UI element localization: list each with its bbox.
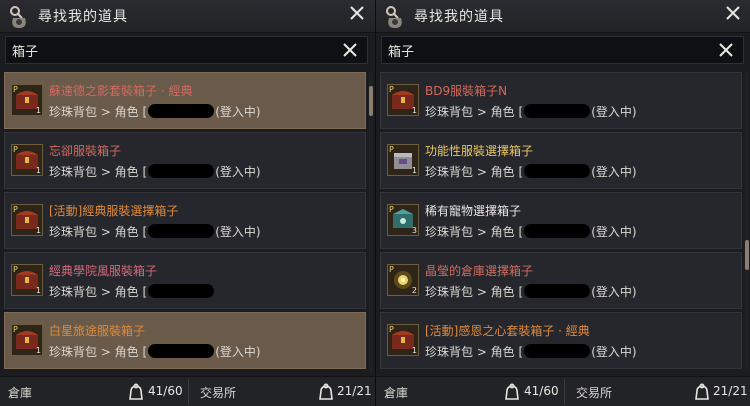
item-name: 經典學院風服裝箱子 xyxy=(49,264,158,278)
close-icon[interactable] xyxy=(347,3,367,23)
item-name: 稀有寵物選擇箱子 xyxy=(425,204,522,218)
warehouse-count: 41/60 xyxy=(524,384,559,398)
scrollbar-thumb[interactable] xyxy=(369,86,373,116)
close-icon[interactable] xyxy=(723,3,743,23)
warehouse-count: 41/60 xyxy=(148,384,183,398)
search-input[interactable] xyxy=(382,37,714,63)
weight-icon xyxy=(129,383,143,400)
item-location: 珍珠背包 > 角色 [(登入中) xyxy=(49,104,261,119)
chest-icon: P1 xyxy=(11,84,43,116)
find-item-panel-left: 尋找我的道具 P1 蘇達德之影套裝箱子 · 經典 珍珠背包 > 角色 [(登入中… xyxy=(0,0,375,406)
list-item[interactable]: P1 忘卻服裝箱子 珍珠背包 > 角色 [(登入中) xyxy=(4,132,366,189)
list-item[interactable]: P1 功能性服裝選擇箱子 珍珠背包 > 角色 [(登入中) xyxy=(380,132,742,189)
redacted-character-name xyxy=(524,284,591,298)
redacted-character-name xyxy=(148,224,215,238)
item-name: [活動]感恩之心套裝箱子 · 經典 xyxy=(425,324,590,338)
market-label: 交易所 xyxy=(576,386,613,400)
panel-title: 尋找我的道具 xyxy=(414,9,504,25)
item-name: 晶瑩的倉庫選擇箱子 xyxy=(425,264,534,278)
crystal-box-icon: P2 xyxy=(387,264,419,296)
list-item[interactable]: P1 [活動]經典服裝選擇箱子 珍珠背包 > 角色 [(登入中) xyxy=(4,192,366,249)
chest-icon: P1 xyxy=(387,324,419,356)
weight-icon xyxy=(695,383,709,400)
item-name: 功能性服裝選擇箱子 xyxy=(425,144,534,158)
item-name: 忘卻服裝箱子 xyxy=(49,144,122,158)
chest-icon: P1 xyxy=(11,144,43,176)
list-item[interactable]: P1 [活動]感恩之心套裝箱子 · 經典 珍珠背包 > 角色 [(登入中) xyxy=(380,312,742,369)
clear-search-icon[interactable] xyxy=(717,41,735,59)
scrollbar[interactable] xyxy=(745,72,749,372)
weight-icon xyxy=(319,383,333,400)
redacted-character-name xyxy=(148,164,215,178)
item-location: 珍珠背包 > 角色 [(登入中) xyxy=(425,344,637,359)
chest-icon: P1 xyxy=(11,204,43,236)
footer-separator xyxy=(188,379,189,405)
item-location: 珍珠背包 > 角色 [(登入中) xyxy=(425,104,637,119)
item-name: 白星旅途服裝箱子 xyxy=(49,324,146,338)
panel-footer: 倉庫 41/60 交易所 21/21 xyxy=(0,376,375,406)
chest-icon: P1 xyxy=(11,264,43,296)
chest-icon: P1 xyxy=(387,84,419,116)
item-location: 珍珠背包 > 角色 [(登入中) xyxy=(49,344,261,359)
item-location: 珍珠背包 > 角色 [(登入中) xyxy=(49,164,261,179)
item-location: 珍珠背包 > 角色 [ xyxy=(49,283,215,300)
item-name: 蘇達德之影套裝箱子 · 經典 xyxy=(49,84,193,98)
list-item[interactable]: P3 稀有寵物選擇箱子 珍珠背包 > 角色 [(登入中) xyxy=(380,192,742,249)
panel-header: 尋找我的道具 xyxy=(0,0,375,33)
market-label: 交易所 xyxy=(200,386,237,400)
item-list: P1 蘇達德之影套裝箱子 · 經典 珍珠背包 > 角色 [(登入中) P1 忘卻… xyxy=(4,72,366,372)
list-item[interactable]: P2 晶瑩的倉庫選擇箱子 珍珠背包 > 角色 [(登入中) xyxy=(380,252,742,309)
find-item-panel-right: 尋找我的道具 P1 BD9服裝箱子N 珍珠背包 > 角色 [(登入中) P1 xyxy=(376,0,750,406)
footer-separator xyxy=(564,379,565,405)
item-location: 珍珠背包 > 角色 [(登入中) xyxy=(425,224,637,239)
item-name: [活動]經典服裝選擇箱子 xyxy=(49,204,179,218)
search-box xyxy=(381,36,744,64)
warehouse-label: 倉庫 xyxy=(8,386,33,400)
scrollbar[interactable] xyxy=(369,72,373,372)
panel-header: 尋找我的道具 xyxy=(376,0,750,33)
panel-title: 尋找我的道具 xyxy=(38,9,128,25)
warehouse-label: 倉庫 xyxy=(384,386,409,400)
redacted-character-name xyxy=(524,164,591,178)
list-item[interactable]: P1 經典學院風服裝箱子 珍珠背包 > 角色 [ xyxy=(4,252,366,309)
redacted-character-name xyxy=(524,104,591,118)
clear-search-icon[interactable] xyxy=(341,41,359,59)
list-item[interactable]: P1 BD9服裝箱子N 珍珠背包 > 角色 [(登入中) xyxy=(380,72,742,129)
redacted-character-name xyxy=(148,104,215,118)
redacted-character-name xyxy=(148,284,215,298)
search-input[interactable] xyxy=(6,37,338,63)
item-location: 珍珠背包 > 角色 [(登入中) xyxy=(425,284,637,299)
scrollbar-thumb[interactable] xyxy=(745,240,749,270)
magnifier-logo-icon xyxy=(10,6,26,28)
pet-box-icon: P3 xyxy=(387,204,419,236)
redacted-character-name xyxy=(148,344,215,358)
item-location: 珍珠背包 > 角色 [(登入中) xyxy=(49,224,261,239)
magnifier-logo-icon xyxy=(386,6,402,28)
market-count: 21/21 xyxy=(713,384,748,398)
panel-footer: 倉庫 41/60 交易所 21/21 xyxy=(376,376,750,406)
chest-icon: P1 xyxy=(11,324,43,356)
weight-icon xyxy=(505,383,519,400)
redacted-character-name xyxy=(524,224,591,238)
list-item[interactable]: P1 白星旅途服裝箱子 珍珠背包 > 角色 [(登入中) xyxy=(4,312,366,369)
item-name: BD9服裝箱子N xyxy=(425,84,508,98)
redacted-character-name xyxy=(524,344,591,358)
item-location: 珍珠背包 > 角色 [(登入中) xyxy=(425,164,637,179)
market-count: 21/21 xyxy=(337,384,372,398)
search-box xyxy=(5,36,368,64)
box-icon: P1 xyxy=(387,144,419,176)
item-list: P1 BD9服裝箱子N 珍珠背包 > 角色 [(登入中) P1 功能性服裝選擇箱… xyxy=(380,72,742,372)
list-item[interactable]: P1 蘇達德之影套裝箱子 · 經典 珍珠背包 > 角色 [(登入中) xyxy=(4,72,366,129)
